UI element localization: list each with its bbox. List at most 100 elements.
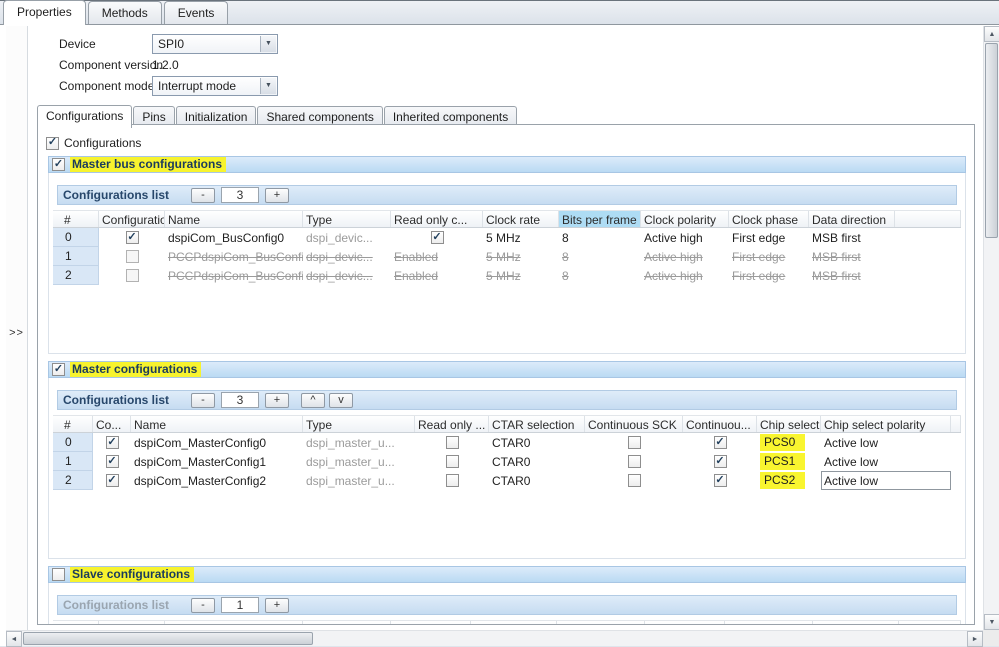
master-checkbox[interactable] [52, 363, 65, 376]
column-header[interactable]: Clock phase [645, 621, 725, 624]
column-header[interactable]: Chip select polarity [821, 416, 951, 432]
row-enabled-checkbox[interactable] [105, 474, 119, 487]
column-header[interactable]: Clock polarity [557, 621, 645, 624]
continuous-sck-checkbox[interactable] [627, 474, 641, 487]
table-row[interactable]: 2 dspiCom_MasterConfig2 dspi_master_u...… [53, 471, 961, 490]
column-header[interactable]: # [53, 416, 93, 432]
add-config-button[interactable]: + [265, 187, 289, 203]
column-header[interactable]: Continuous SCK [585, 416, 683, 432]
column-header[interactable]: Clock rate [483, 211, 559, 227]
table-row[interactable]: 0 dspiCom_BusConfig0 dspi_devic... 5 MHz… [53, 228, 961, 247]
horizontal-scrollbar[interactable]: ◄ ► [6, 630, 983, 647]
master-bus-table-header: # Configuration Name Type Read only c...… [53, 210, 961, 228]
read-only-checkbox[interactable] [430, 231, 444, 244]
vertical-scroll-thumb[interactable] [985, 43, 998, 238]
master-section-header: Master configurations [48, 361, 966, 378]
cell-bits-per-frame: 8 [562, 230, 569, 245]
read-only-checkbox[interactable] [445, 436, 459, 449]
column-header[interactable]: # [53, 211, 99, 227]
row-enabled-checkbox[interactable] [105, 455, 119, 468]
tab-methods[interactable]: Methods [87, 1, 162, 25]
column-header[interactable]: Configuration [99, 621, 165, 624]
scroll-down-icon[interactable]: ▼ [984, 614, 999, 630]
remove-config-button[interactable]: - [191, 597, 215, 613]
scroll-right-icon[interactable]: ► [967, 631, 983, 647]
cell-index: 1 [53, 452, 93, 471]
cell-chip-select-polarity[interactable]: Active low [821, 471, 951, 490]
continuous-checkbox[interactable] [713, 436, 727, 449]
master-bus-section-header: Master bus configurations [48, 156, 966, 173]
column-header[interactable]: Co... [93, 416, 131, 432]
config-count-field[interactable]: 3 [221, 187, 259, 203]
expand-rail-button[interactable]: >> [7, 326, 26, 342]
chevron-down-icon[interactable]: ▼ [260, 77, 276, 94]
cell-chip-select-polarity: Active low [824, 435, 879, 450]
scroll-up-icon[interactable]: ▲ [984, 26, 999, 42]
continuous-sck-checkbox[interactable] [627, 455, 641, 468]
table-row[interactable]: 2 PCCPdspiCom_BusConfig2 dspi_devic... E… [53, 266, 961, 285]
column-header[interactable]: Bits per frame [471, 621, 557, 624]
table-row[interactable]: 1 dspiCom_MasterConfig1 dspi_master_u...… [53, 452, 961, 471]
add-config-button[interactable]: + [265, 392, 289, 408]
cell-clock-polarity: Active high [644, 268, 703, 283]
column-header[interactable]: Configuration [99, 211, 165, 227]
chip-select-value: PCS1 [760, 453, 806, 470]
column-header[interactable]: Name [165, 621, 303, 624]
master-list-toolbar: Configurations list - 3 + ^ v [57, 390, 957, 410]
column-header[interactable]: CTAR selection [489, 416, 585, 432]
horizontal-scroll-thumb[interactable] [23, 632, 313, 645]
tab-pins-label: Pins [142, 110, 166, 124]
configurations-list-label: Configurations list [63, 393, 169, 407]
add-config-button[interactable]: + [265, 597, 289, 613]
row-enabled-checkbox[interactable] [125, 250, 139, 263]
column-header[interactable]: Continuou... [683, 416, 757, 432]
column-header[interactable]: # [53, 621, 99, 624]
column-header[interactable]: Clock phase [729, 211, 809, 227]
vertical-scrollbar[interactable]: ▲ ▼ [983, 26, 999, 630]
move-down-button[interactable]: v [329, 392, 353, 408]
column-header[interactable]: Type [303, 621, 391, 624]
column-header[interactable]: Chip select [757, 416, 821, 432]
scroll-left-icon[interactable]: ◄ [6, 631, 22, 647]
config-count-field[interactable]: 1 [221, 597, 259, 613]
remove-config-button[interactable]: - [191, 187, 215, 203]
component-mode-combobox[interactable]: Interrupt mode ▼ [152, 75, 278, 96]
column-header[interactable]: Data pattern [813, 621, 899, 624]
read-only-checkbox[interactable] [445, 474, 459, 487]
column-header[interactable]: Read only c... [391, 211, 483, 227]
row-enabled-checkbox[interactable] [105, 436, 119, 449]
continuous-checkbox[interactable] [713, 455, 727, 468]
continuous-checkbox[interactable] [713, 474, 727, 487]
tab-events[interactable]: Events [163, 1, 229, 25]
configurations-checkbox[interactable] [46, 136, 59, 150]
slave-checkbox[interactable] [52, 568, 65, 581]
column-header[interactable]: Type [303, 211, 391, 227]
properties-panel: >> Device SPI0 ▼ Component version 1.2.0… [0, 24, 999, 647]
master-bus-checkbox[interactable] [52, 158, 65, 171]
device-combobox[interactable]: SPI0 ▼ [152, 33, 278, 54]
cell-read-only [415, 452, 489, 471]
column-header-selected[interactable]: Bits per frame [559, 211, 641, 227]
row-enabled-checkbox[interactable] [125, 231, 139, 244]
config-count-field[interactable]: 3 [221, 392, 259, 408]
continuous-sck-checkbox[interactable] [627, 436, 641, 449]
remove-config-button[interactable]: - [191, 392, 215, 408]
column-header[interactable]: Type [303, 416, 415, 432]
column-header[interactable]: Read only ... [391, 621, 471, 624]
table-row[interactable]: 0 dspiCom_MasterConfig0 dspi_master_u...… [53, 433, 961, 452]
tab-properties[interactable]: Properties [3, 0, 86, 25]
read-only-checkbox[interactable] [445, 455, 459, 468]
move-up-button[interactable]: ^ [301, 392, 325, 408]
cell-name: PCCPdspiCom_BusConfig2 [168, 268, 303, 283]
column-header[interactable]: Data direction [809, 211, 895, 227]
column-header[interactable]: Clock polarity [641, 211, 729, 227]
row-enabled-checkbox[interactable] [125, 269, 139, 282]
column-header[interactable]: Name [131, 416, 303, 432]
column-header[interactable]: Data direction [725, 621, 813, 624]
chevron-down-icon[interactable]: ▼ [260, 35, 276, 52]
column-header[interactable]: Name [165, 211, 303, 227]
tab-configurations[interactable]: Configurations [37, 105, 133, 128]
table-row[interactable]: 1 PCCPdspiCom_BusConfig1 dspi_devic... E… [53, 247, 961, 266]
column-header[interactable]: Read only ... [415, 416, 489, 432]
cell-data-direction: MSB first [812, 249, 861, 264]
